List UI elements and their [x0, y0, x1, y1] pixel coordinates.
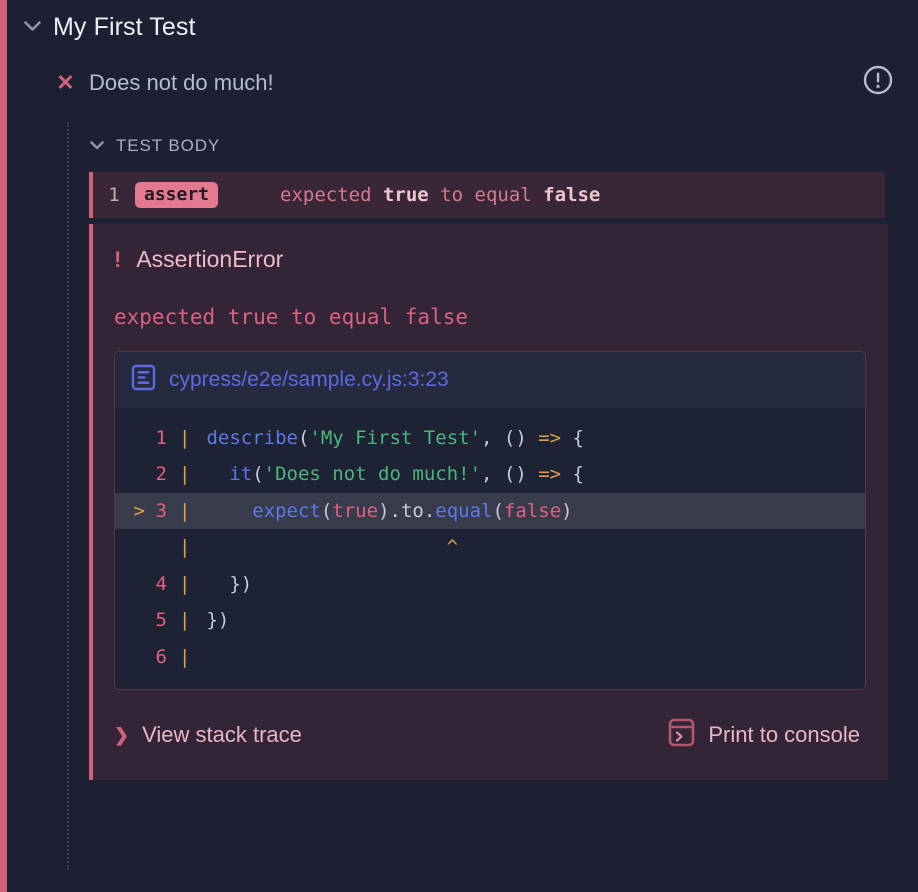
console-terminal-icon	[668, 718, 695, 752]
code-line-pipe: |	[179, 493, 195, 529]
code-line-number: 1	[145, 420, 179, 456]
code-snippet-card: cypress/e2e/sample.cy.js:3:23 1| describ…	[114, 351, 866, 690]
command-number: 1	[93, 184, 135, 206]
code-line-marker	[119, 529, 145, 565]
suite-header[interactable]: My First Test	[24, 8, 196, 46]
code-line-content: expect(true).to.equal(false)	[195, 493, 573, 529]
error-message: expected true to equal false	[93, 293, 888, 351]
print-to-console-button[interactable]: Print to console	[668, 718, 860, 752]
code-line: >3| expect(true).to.equal(false)	[115, 493, 865, 529]
test-header[interactable]: ✕ Does not do much!	[56, 66, 274, 100]
error-panel: ! AssertionError expected true to equal …	[89, 224, 888, 780]
test-body-label: TEST BODY	[116, 136, 220, 156]
code-file-path: cypress/e2e/sample.cy.js:3:23	[169, 368, 449, 392]
code-line-pipe: |	[179, 639, 195, 675]
failure-status-rail	[0, 0, 7, 892]
code-line-content	[195, 639, 206, 675]
view-stack-trace-label: View stack trace	[142, 722, 302, 748]
code-line-pipe: |	[179, 566, 195, 602]
code-lines: 1| describe('My First Test', () => {2| i…	[115, 408, 865, 689]
code-line-content: it('Does not do much!', () => {	[195, 456, 584, 492]
code-line: 1| describe('My First Test', () => {	[115, 420, 865, 456]
exclamation-circle-icon[interactable]	[862, 64, 894, 96]
code-line-number: 2	[145, 456, 179, 492]
error-exclamation-icon: !	[114, 249, 121, 271]
chevron-down-icon[interactable]	[24, 21, 41, 32]
code-line-content: ^	[195, 529, 458, 565]
test-body-toggle[interactable]: TEST BODY	[90, 133, 220, 159]
print-to-console-label: Print to console	[708, 722, 860, 748]
code-line-content: })	[195, 566, 252, 602]
code-line-number: 6	[145, 639, 179, 675]
assert-command-row[interactable]: 1 assert expected true to equal false	[89, 172, 885, 218]
code-line-number: 5	[145, 602, 179, 638]
test-hierarchy-guide-line	[67, 122, 69, 870]
code-line-pipe: |	[179, 602, 195, 638]
suite-title: My First Test	[53, 13, 196, 42]
assert-badge: assert	[135, 182, 218, 208]
code-line-content: })	[195, 602, 229, 638]
chevron-right-icon: ❯	[114, 726, 129, 744]
assert-message-mid: to equal	[429, 184, 543, 206]
test-title: Does not do much!	[89, 70, 274, 96]
code-line-content: describe('My First Test', () => {	[195, 420, 584, 456]
code-line-number: 4	[145, 566, 179, 602]
assert-message-pre: expected	[280, 184, 383, 206]
error-actions: ❯ View stack trace Print to console	[93, 690, 888, 770]
code-line-pipe: |	[179, 420, 195, 456]
code-line-pipe: |	[179, 529, 195, 565]
error-header: ! AssertionError	[93, 224, 888, 293]
test-result-panel: My First Test ✕ Does not do much! TEST B…	[0, 0, 918, 892]
error-name: AssertionError	[136, 246, 283, 273]
chevron-down-icon[interactable]	[90, 141, 104, 150]
code-line-marker	[119, 456, 145, 492]
code-line-marker: >	[119, 493, 145, 529]
code-line: 5| })	[115, 602, 865, 638]
code-line-marker	[119, 639, 145, 675]
code-line: 2| it('Does not do much!', () => {	[115, 456, 865, 492]
assert-actual-value: false	[543, 184, 600, 206]
assert-expected-value: true	[383, 184, 429, 206]
code-line-pipe: |	[179, 456, 195, 492]
file-document-icon	[131, 364, 156, 396]
code-line: 6|	[115, 639, 865, 675]
code-line-marker	[119, 602, 145, 638]
code-line-number: 3	[145, 493, 179, 529]
code-line-marker	[119, 566, 145, 602]
assert-message: expected true to equal false	[280, 184, 600, 206]
code-file-link[interactable]: cypress/e2e/sample.cy.js:3:23	[115, 352, 865, 408]
x-fail-icon: ✕	[56, 72, 75, 94]
view-stack-trace-button[interactable]: ❯ View stack trace	[114, 722, 302, 748]
code-line: | ^	[115, 529, 865, 565]
code-line: 4| })	[115, 566, 865, 602]
code-line-marker	[119, 420, 145, 456]
code-line-number	[145, 529, 179, 565]
